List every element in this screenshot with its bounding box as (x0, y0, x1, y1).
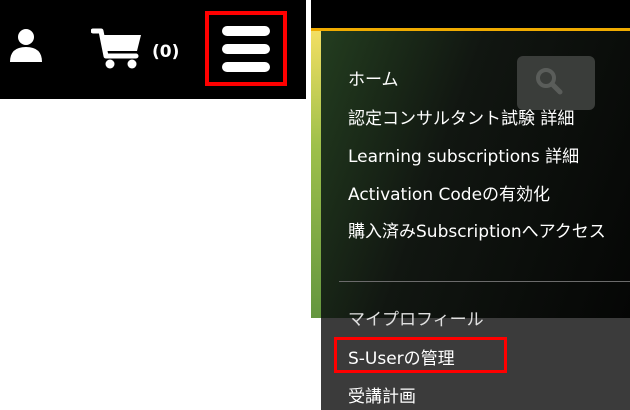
page-background (311, 318, 321, 410)
user-icon[interactable] (8, 28, 44, 62)
menu-item-learning-subscriptions[interactable]: Learning subscriptions 詳細 (348, 142, 579, 167)
menu-item-activation-code[interactable]: Activation Codeの有効化 (348, 180, 550, 205)
menu-item-consultant-exam[interactable]: 認定コンサルタント試験 詳細 (348, 104, 574, 129)
hamburger-menu-icon (222, 26, 270, 36)
menu-divider (339, 281, 630, 282)
menu-item-learning-plan[interactable]: 受講計画 (348, 382, 416, 407)
search-icon[interactable] (534, 66, 564, 96)
hamburger-menu-button[interactable] (205, 11, 287, 86)
hamburger-bar (222, 44, 270, 54)
dropdown-menu-panel: ホーム 認定コンサルタント試験 詳細 Learning subscription… (311, 0, 630, 410)
cart-icon[interactable] (90, 26, 146, 70)
cart-count: (0) (152, 42, 180, 62)
menu-item-purchased-subscription[interactable]: 購入済みSubscriptionへアクセス (348, 217, 606, 242)
background-banner-edge (311, 31, 321, 318)
panel-top-strip (311, 0, 630, 28)
menu-item-home[interactable]: ホーム (348, 65, 399, 90)
menu-item-my-profile[interactable]: マイプロフィール (348, 305, 484, 330)
menu-item-manage-s-user[interactable]: S-Userの管理 (348, 344, 455, 369)
header-bar: (0) (0, 0, 306, 99)
hamburger-bar (222, 62, 270, 72)
